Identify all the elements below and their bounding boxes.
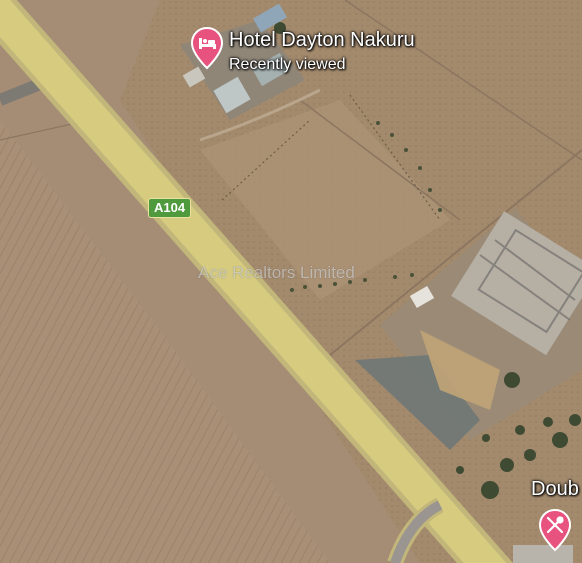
recently-viewed-label: Recently viewed <box>229 56 346 73</box>
restaurant-pin[interactable] <box>538 508 572 552</box>
place-name-doub[interactable]: Doub <box>531 478 579 501</box>
realtor-watermark-label: Ace Realtors Limited <box>198 263 355 282</box>
place-name-hotel[interactable]: Hotel Dayton Nakuru <box>229 29 415 52</box>
route-shield-a104: A104 <box>148 198 192 218</box>
satellite-map[interactable]: Ace Realtors Limited A104 Hotel Dayton N… <box>0 0 582 563</box>
hotel-pin[interactable] <box>190 26 224 70</box>
